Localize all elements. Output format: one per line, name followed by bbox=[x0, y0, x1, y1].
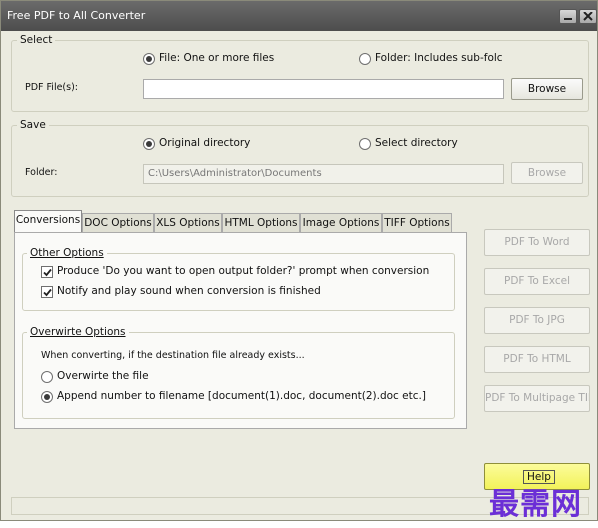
sound-checkbox-label: Notify and play sound when conversion is… bbox=[57, 285, 321, 297]
save-group-label: Save bbox=[17, 119, 49, 131]
tab-conversions[interactable]: Conversions bbox=[14, 210, 82, 233]
pdf-files-input[interactable] bbox=[143, 79, 504, 99]
sound-checkbox[interactable] bbox=[41, 286, 53, 298]
minimize-button[interactable] bbox=[559, 9, 577, 24]
checkmark-icon bbox=[43, 268, 52, 277]
pdf-to-excel-button[interactable]: PDF To Excel bbox=[484, 268, 590, 295]
tab-doc-options[interactable]: DOC Options bbox=[82, 213, 154, 232]
prompt-checkbox-label: Produce 'Do you want to open output fold… bbox=[57, 265, 430, 277]
overwrite-options-label: Overwirte Options bbox=[27, 326, 129, 338]
pdf-to-tiff-button[interactable]: PDF To Multipage TIFF bbox=[484, 385, 590, 412]
append-number-radio[interactable] bbox=[41, 391, 53, 403]
select-browse-button[interactable]: Browse bbox=[511, 78, 583, 100]
window-title: Free PDF to All Converter bbox=[7, 9, 146, 22]
folder-radio[interactable] bbox=[359, 53, 371, 65]
original-directory-label: Original directory bbox=[159, 137, 251, 149]
minimize-icon bbox=[564, 18, 572, 20]
select-group-label: Select bbox=[17, 34, 56, 46]
watermark-logo: 最需网 bbox=[489, 487, 582, 522]
close-button[interactable] bbox=[579, 9, 597, 24]
checkmark-icon bbox=[43, 288, 52, 297]
tab-xls-options[interactable]: XLS Options bbox=[154, 213, 222, 232]
save-browse-button[interactable]: Browse bbox=[511, 162, 583, 184]
overwrite-radio[interactable] bbox=[41, 371, 53, 383]
save-group bbox=[11, 125, 589, 197]
other-options-group bbox=[22, 253, 455, 311]
main-window: Free PDF to All Converter Select File: O… bbox=[0, 0, 598, 522]
tab-image-options[interactable]: Image Options bbox=[300, 213, 382, 232]
folder-radio-label: Folder: Includes sub-folc bbox=[375, 52, 503, 64]
select-group bbox=[11, 40, 589, 112]
original-directory-radio[interactable] bbox=[143, 138, 155, 150]
pdf-files-label: PDF File(s): bbox=[25, 82, 78, 93]
pdf-to-html-button[interactable]: PDF To HTML bbox=[484, 346, 590, 373]
overwrite-description: When converting, if the destination file… bbox=[41, 350, 305, 361]
folder-label: Folder: bbox=[25, 167, 58, 178]
append-number-label: Append number to filename [document(1).d… bbox=[57, 390, 426, 402]
file-radio[interactable] bbox=[143, 53, 155, 65]
pdf-to-word-button[interactable]: PDF To Word bbox=[484, 229, 590, 256]
tab-html-options[interactable]: HTML Options bbox=[222, 213, 300, 232]
prompt-checkbox[interactable] bbox=[41, 266, 53, 278]
tab-tiff-options[interactable]: TIFF Options bbox=[382, 213, 452, 232]
overwrite-radio-label: Overwirte the file bbox=[57, 370, 149, 382]
other-options-label: Other Options bbox=[27, 247, 107, 259]
pdf-to-jpg-button[interactable]: PDF To JPG bbox=[484, 307, 590, 334]
folder-input[interactable]: C:\Users\Administrator\Documents bbox=[143, 164, 504, 184]
file-radio-label: File: One or more files bbox=[159, 52, 275, 64]
close-icon bbox=[583, 12, 593, 21]
title-bar: Free PDF to All Converter bbox=[1, 1, 597, 31]
select-directory-radio[interactable] bbox=[359, 138, 371, 150]
select-directory-label: Select directory bbox=[375, 137, 458, 149]
